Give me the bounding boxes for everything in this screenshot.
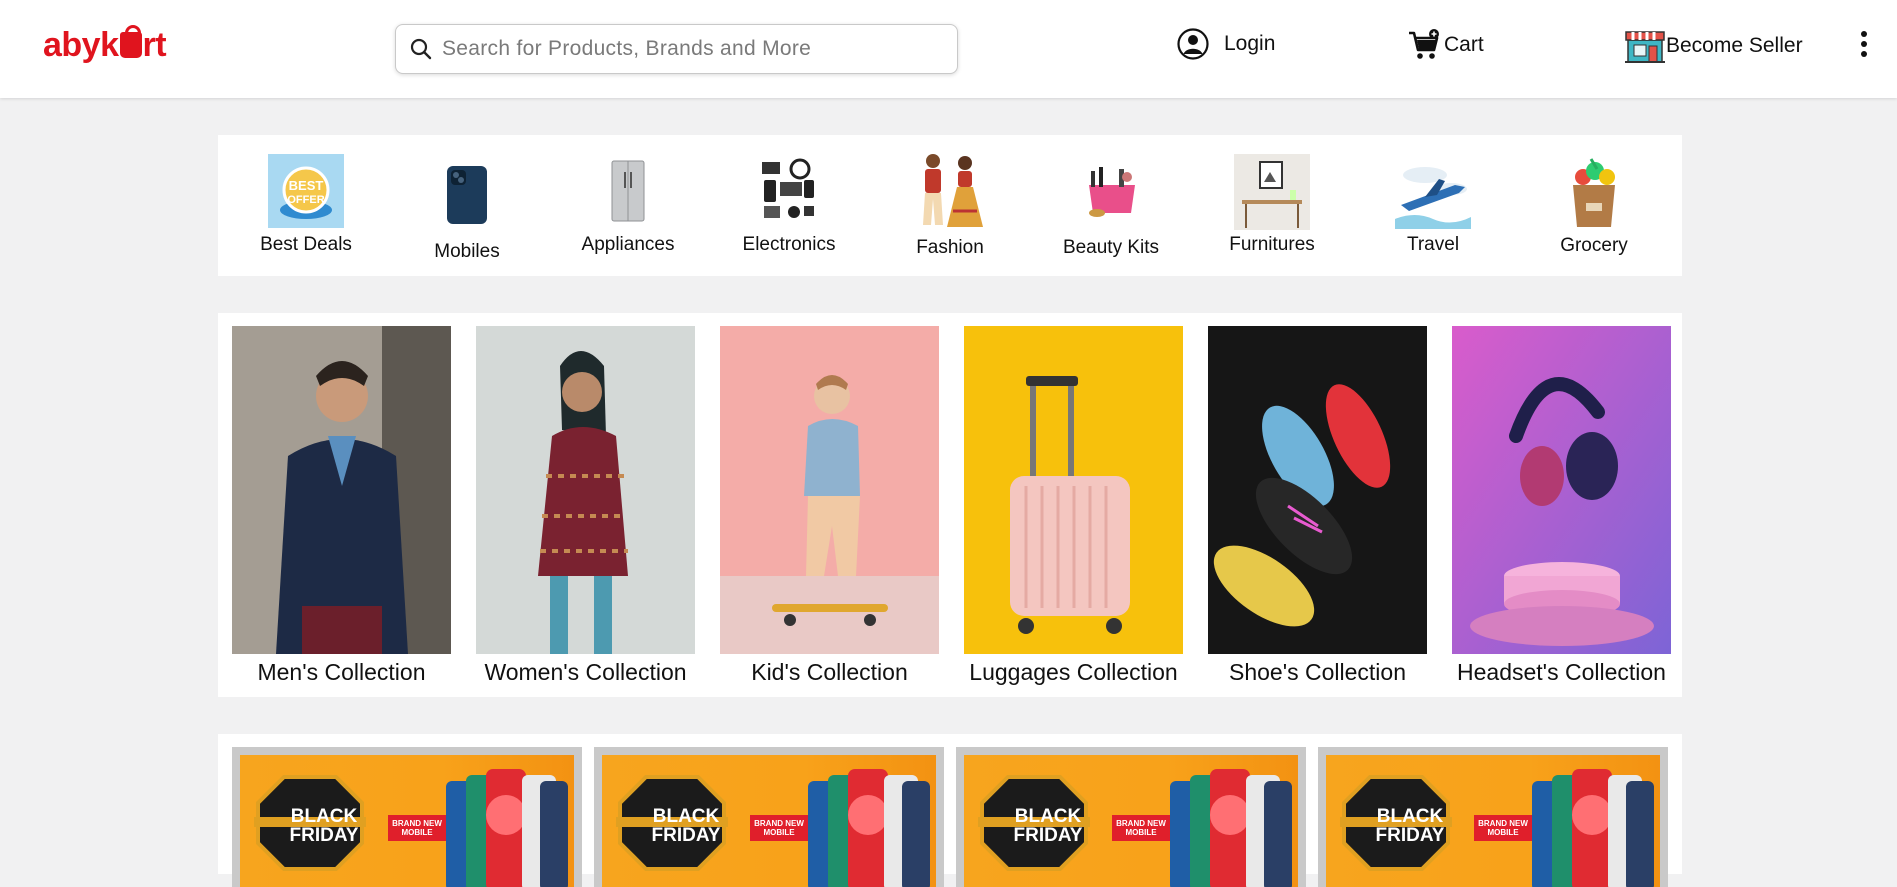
svg-text:BEST: BEST <box>289 178 324 193</box>
banner-tag-line1: BRAND NEW <box>392 819 442 828</box>
collection-label: Luggages Collection <box>969 659 1178 685</box>
brand-new-mobile-tag: BRAND NEW MOBILE <box>1112 815 1170 841</box>
banner-headline-line1: BLACK <box>1014 806 1082 827</box>
category-label: Beauty Kits <box>1062 237 1160 258</box>
banner-headline-line1: BLACK <box>290 806 358 827</box>
refrigerator-icon <box>611 160 645 222</box>
furniture-icon <box>1234 154 1310 230</box>
phones-image <box>446 769 568 887</box>
collection-card-men[interactable]: Men's Collection <box>232 326 451 686</box>
site-logo[interactable]: abyk rt <box>43 24 167 65</box>
user-circle-icon <box>1177 28 1209 60</box>
brand-new-mobile-tag: BRAND NEW MOBILE <box>388 815 446 841</box>
logo-text-start: abyk <box>43 26 119 64</box>
banner-tag-line2: MOBILE <box>1487 828 1519 837</box>
banner-tag-line2: MOBILE <box>401 828 433 837</box>
become-seller-label: Become Seller <box>1666 34 1803 57</box>
category-label: Electronics <box>742 234 836 255</box>
shoes-collection-image <box>1208 326 1427 654</box>
banner-tag-line1: BRAND NEW <box>754 819 804 828</box>
brand-new-mobile-tag: BRAND NEW MOBILE <box>750 815 808 841</box>
cart-link[interactable]: Cart <box>1408 28 1484 62</box>
grocery-bag-icon <box>1563 155 1625 229</box>
shopping-bag-icon <box>119 24 142 58</box>
banner-tag-line2: MOBILE <box>1125 828 1157 837</box>
headset-collection-image <box>1452 326 1671 654</box>
collection-card-kids[interactable]: Kid's Collection <box>720 326 939 686</box>
brand-new-mobile-tag: BRAND NEW MOBILE <box>1474 815 1532 841</box>
airplane-icon <box>1395 155 1471 229</box>
login-label: Login <box>1224 32 1276 55</box>
banner-headline-line2: FRIDAY <box>289 825 359 846</box>
best-offer-icon: BEST OFFER <box>268 154 344 228</box>
collection-card-shoes[interactable]: Shoe's Collection <box>1208 326 1427 686</box>
electronics-icon <box>760 158 818 222</box>
women-collection-image <box>476 326 695 654</box>
kebab-menu-icon[interactable] <box>1858 31 1870 61</box>
banner-tag-line1: BRAND NEW <box>1116 819 1166 828</box>
category-label: Mobiles <box>434 241 500 262</box>
promo-banner-strip: BLACK FRIDAY BRAND NEW MOBILE BLACK FRIDAY … <box>218 734 1682 887</box>
kids-collection-image <box>720 326 939 654</box>
banner-headline-line2: FRIDAY <box>1375 825 1445 846</box>
mobile-phone-icon <box>446 165 488 225</box>
collection-label: Headset's Collection <box>1457 659 1666 685</box>
cart-label: Cart <box>1444 33 1484 56</box>
category-label: Furnitures <box>1229 234 1315 255</box>
collections-section: Men's Collection Women's Collection Kid'… <box>218 313 1682 697</box>
banner-headline-line2: FRIDAY <box>651 825 721 846</box>
collection-card-women[interactable]: Women's Collection <box>476 326 695 686</box>
beauty-kit-icon <box>1079 163 1143 221</box>
black-friday-banner[interactable]: BLACK FRIDAY BRAND NEW MOBILE <box>232 747 582 887</box>
banner-headline-line1: BLACK <box>1376 806 1444 827</box>
category-strip: BEST OFFER Best Deals Mobiles Appliances … <box>218 135 1682 276</box>
phones-image <box>1532 769 1654 887</box>
category-label: Travel <box>1406 234 1460 255</box>
login-link[interactable]: Login <box>1177 28 1275 60</box>
banner-headline-line2: FRIDAY <box>1013 825 1083 846</box>
category-label: Best Deals <box>260 234 352 255</box>
cart-icon <box>1408 28 1442 62</box>
black-friday-banner[interactable]: BLACK FRIDAY BRAND NEW MOBILE <box>1318 747 1668 887</box>
become-seller-link[interactable]: Become Seller <box>1624 28 1803 64</box>
logo-text-end: rt <box>142 26 167 64</box>
banner-tag-line1: BRAND NEW <box>1478 819 1528 828</box>
phones-image <box>808 769 930 887</box>
collection-label: Shoe's Collection <box>1229 659 1406 685</box>
search-icon[interactable] <box>410 38 432 60</box>
search-bar[interactable] <box>395 24 958 74</box>
svg-text:OFFER: OFFER <box>287 194 324 206</box>
black-friday-banner[interactable]: BLACK FRIDAY BRAND NEW MOBILE <box>594 747 944 887</box>
collection-label: Kid's Collection <box>751 659 908 685</box>
phones-image <box>1170 769 1292 887</box>
collection-label: Men's Collection <box>257 659 426 685</box>
banner-headline-line1: BLACK <box>652 806 720 827</box>
men-collection-image <box>232 326 451 654</box>
category-label: Fashion <box>916 237 984 258</box>
fashion-couple-icon <box>913 151 987 231</box>
collection-card-luggages[interactable]: Luggages Collection <box>964 326 1183 686</box>
collection-label: Women's Collection <box>484 659 687 685</box>
category-label: Appliances <box>581 234 675 255</box>
category-label: Grocery <box>1560 235 1628 256</box>
collection-card-headsets[interactable]: Headset's Collection <box>1452 326 1671 686</box>
top-header: abykrt Login Cart Become Seller <box>0 0 1897 98</box>
black-friday-banner[interactable]: BLACK FRIDAY BRAND NEW MOBILE <box>956 747 1306 887</box>
luggage-collection-image <box>964 326 1183 654</box>
banner-tag-line2: MOBILE <box>763 828 795 837</box>
store-icon <box>1624 28 1666 64</box>
search-input[interactable] <box>442 37 922 61</box>
